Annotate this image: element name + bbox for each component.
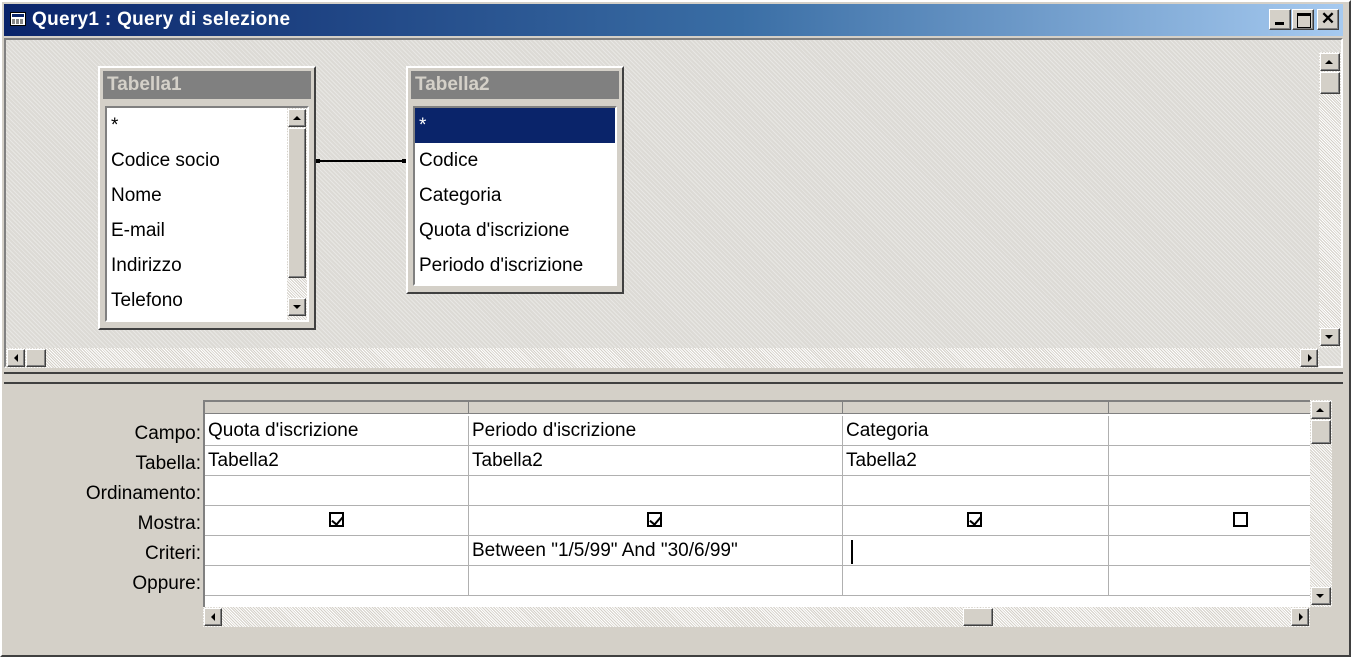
field-item-selected[interactable]: * — [415, 108, 615, 143]
pane-splitter[interactable] — [4, 372, 1343, 384]
grid-cell-tabella[interactable]: Tabella2 — [205, 446, 469, 476]
close-icon: ✕ — [1320, 9, 1336, 28]
grid-cell-campo[interactable] — [1109, 416, 1310, 446]
column-selector[interactable] — [843, 402, 1109, 414]
row-label-ordinamento: Ordinamento: — [85, 483, 201, 504]
grid-cell-campo[interactable]: Periodo d'iscrizione — [469, 416, 843, 446]
show-checkbox[interactable] — [647, 512, 662, 527]
grid-cell-criteri[interactable]: Between "1/5/99" And "30/6/99" — [469, 536, 843, 566]
row-label-criteri: Criteri: — [145, 543, 201, 564]
row-label-campo: Campo: — [134, 423, 201, 444]
scroll-thumb[interactable] — [288, 128, 306, 278]
grid-cell-criteri[interactable] — [205, 536, 469, 566]
show-checkbox[interactable] — [329, 512, 344, 527]
grid-cell-oppure[interactable] — [843, 566, 1109, 596]
field-item[interactable]: E-mail — [107, 213, 285, 248]
field-list-scrollbar[interactable] — [287, 108, 307, 320]
scroll-right-icon[interactable] — [1291, 608, 1309, 626]
grid-cell-oppure[interactable] — [469, 566, 843, 596]
grid-cell-ordinamento[interactable] — [1109, 476, 1310, 506]
grid-cell-campo[interactable]: Categoria — [843, 416, 1109, 446]
diagram-vertical-scrollbar[interactable] — [1319, 52, 1341, 348]
grid-cell-criteri-active[interactable] — [843, 536, 1109, 566]
grid-vertical-scrollbar[interactable] — [1310, 400, 1332, 607]
grid-cell-mostra[interactable] — [205, 506, 469, 536]
field-list[interactable]: * Codice Categoria Quota d'iscrizione Pe… — [413, 106, 617, 286]
query-design-grid[interactable]: Quota d'iscrizione Periodo d'iscrizione … — [203, 400, 1310, 607]
grid-cell-mostra[interactable] — [469, 506, 843, 536]
scroll-thumb[interactable] — [1320, 72, 1340, 94]
table-title[interactable]: Tabella1 — [103, 71, 311, 99]
diagram-horizontal-scrollbar[interactable] — [6, 348, 1319, 368]
table-title[interactable]: Tabella2 — [411, 71, 619, 99]
field-item[interactable]: Quota d'iscrizione — [415, 213, 615, 248]
query-window-icon[interactable] — [10, 12, 26, 26]
grid-cell-tabella[interactable]: Tabella2 — [469, 446, 843, 476]
grid-cell-criteri[interactable] — [1109, 536, 1310, 566]
grid-cell-oppure[interactable] — [1109, 566, 1310, 596]
grid-cell-tabella[interactable]: Tabella2 — [843, 446, 1109, 476]
field-item[interactable]: * — [107, 108, 285, 143]
scroll-left-icon[interactable] — [7, 349, 25, 367]
scroll-thumb[interactable] — [963, 608, 993, 626]
field-item[interactable]: Codice socio — [107, 143, 285, 178]
show-checkbox[interactable] — [967, 512, 982, 527]
row-label-oppure: Oppure: — [132, 573, 201, 594]
close-button[interactable]: ✕ — [1317, 9, 1339, 30]
scroll-down-icon[interactable] — [1320, 328, 1340, 346]
grid-cell-mostra[interactable] — [1109, 506, 1310, 536]
scroll-up-icon[interactable] — [288, 109, 306, 127]
join-line[interactable] — [318, 160, 404, 162]
column-selector[interactable] — [205, 402, 469, 414]
field-item[interactable]: Nome — [107, 178, 285, 213]
window-title: Query1 : Query di selezione — [32, 9, 291, 30]
scroll-right-icon[interactable] — [1300, 349, 1318, 367]
field-item[interactable]: Periodo d'iscrizione — [415, 248, 615, 283]
table-box-tabella2[interactable]: Tabella2 * Codice Categoria Quota d'iscr… — [406, 66, 624, 294]
scroll-thumb[interactable] — [1311, 420, 1331, 444]
field-item[interactable]: Categoria — [415, 178, 615, 213]
title-bar[interactable]: Query1 : Query di selezione ✕ — [4, 4, 1343, 36]
grid-cell-campo[interactable]: Quota d'iscrizione — [205, 416, 469, 446]
maximize-button[interactable] — [1292, 9, 1314, 30]
row-label-tabella: Tabella: — [135, 453, 202, 474]
show-checkbox[interactable] — [1233, 512, 1248, 527]
field-item[interactable]: Codice — [415, 143, 615, 178]
scroll-thumb[interactable] — [26, 349, 46, 367]
grid-cell-ordinamento[interactable] — [469, 476, 843, 506]
column-selector[interactable] — [1109, 402, 1310, 414]
column-selector[interactable] — [469, 402, 843, 414]
grid-cell-mostra[interactable] — [843, 506, 1109, 536]
scroll-down-icon[interactable] — [288, 298, 306, 316]
field-list[interactable]: * Codice socio Nome E-mail Indirizzo Tel… — [105, 106, 309, 322]
grid-cell-oppure[interactable] — [205, 566, 469, 596]
field-item[interactable]: Telefono — [107, 283, 285, 318]
grid-cell-ordinamento[interactable] — [843, 476, 1109, 506]
text-caret — [851, 540, 853, 564]
grid-cell-tabella[interactable] — [1109, 446, 1310, 476]
scroll-up-icon[interactable] — [1311, 401, 1331, 419]
minimize-button[interactable] — [1269, 9, 1291, 30]
grid-horizontal-scrollbar[interactable] — [203, 607, 1310, 627]
scroll-down-icon[interactable] — [1311, 587, 1331, 605]
field-item[interactable]: Indirizzo — [107, 248, 285, 283]
table-box-tabella1[interactable]: Tabella1 * Codice socio Nome E-mail Indi… — [98, 66, 316, 330]
scroll-left-icon[interactable] — [204, 608, 222, 626]
grid-cell-ordinamento[interactable] — [205, 476, 469, 506]
row-label-mostra: Mostra: — [137, 513, 201, 534]
scroll-up-icon[interactable] — [1320, 53, 1340, 71]
